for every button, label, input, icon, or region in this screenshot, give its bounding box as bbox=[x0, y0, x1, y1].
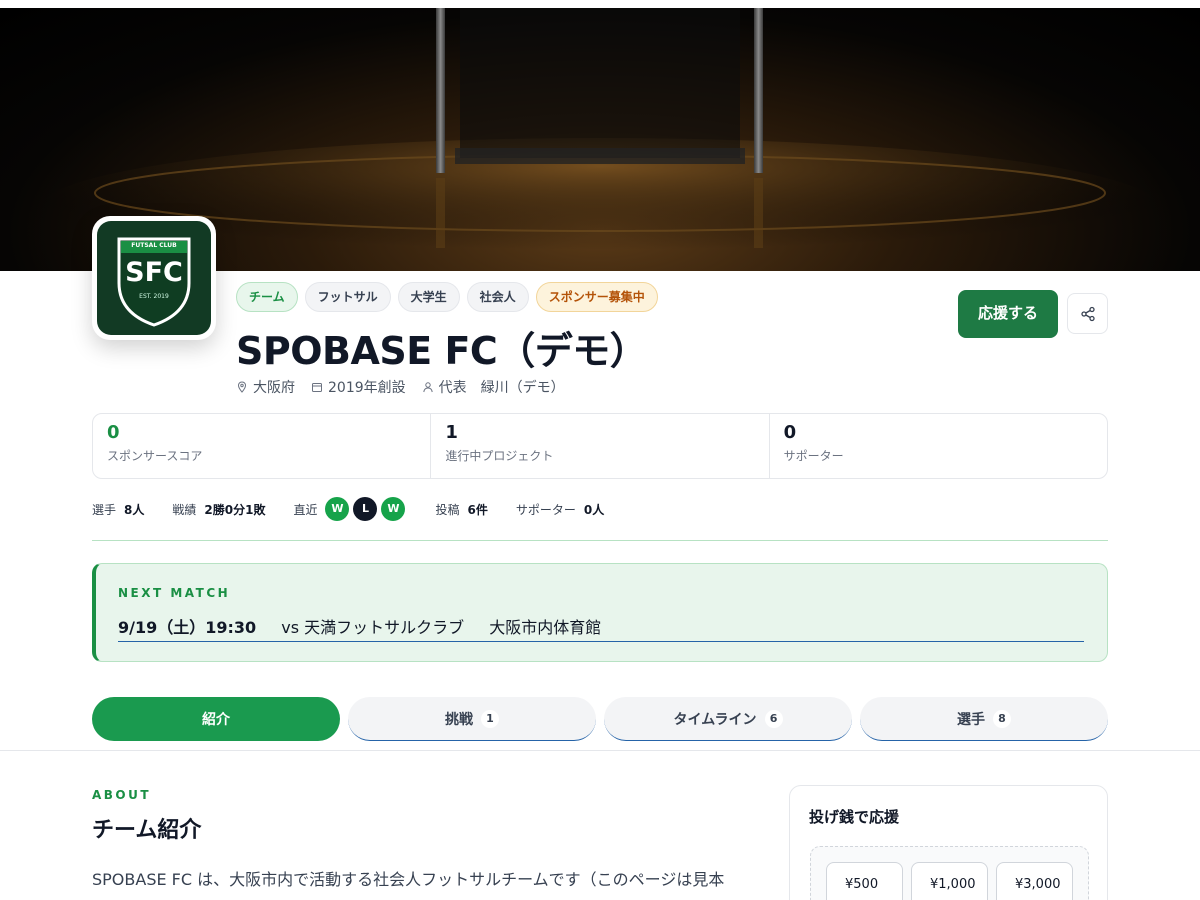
tab-intro[interactable]: 紹介 bbox=[92, 697, 340, 741]
meta-founded: 2019年創設 bbox=[311, 377, 406, 397]
stat-active-projects: 1 進行中プロジェクト bbox=[431, 414, 770, 478]
meta-representative: 代表 緑川（デモ） bbox=[422, 377, 565, 397]
tip-amount-3000[interactable]: ¥3,000 bbox=[996, 862, 1073, 900]
about-label: ABOUT bbox=[92, 788, 152, 802]
stat-supporters-label: サポーター bbox=[783, 449, 844, 463]
recent-result-loss: L bbox=[353, 497, 378, 521]
meta-location: 大阪府 bbox=[236, 377, 295, 397]
supporters-label: サポーター bbox=[515, 502, 576, 517]
tab-timeline[interactable]: タイムライン 6 bbox=[604, 697, 852, 741]
recent-result-win: W bbox=[381, 497, 406, 521]
team-logo: FUTSAL CLUB SFC EST. 2019 bbox=[92, 216, 216, 340]
recent-results: W L W bbox=[325, 497, 409, 521]
profile-tabs: 紹介 挑戦 1 タイムライン 6 選手 8 bbox=[92, 697, 1108, 741]
meta-representative-text: 代表 緑川（デモ） bbox=[438, 380, 565, 396]
team-name: SPOBASE FC（デモ） bbox=[236, 329, 648, 373]
logo-est-text: EST. 2019 bbox=[139, 293, 169, 300]
next-match-details[interactable]: 9/19（土）19:30 vs 天満フットサルクラブ 大阪市内体育館 bbox=[118, 614, 1084, 642]
tag-university[interactable]: 大学生 bbox=[397, 282, 460, 312]
top-strip bbox=[0, 0, 1200, 8]
stat-active-projects-label: 進行中プロジェクト bbox=[445, 449, 554, 463]
tab-players-label: 選手 bbox=[957, 711, 985, 728]
stat-active-projects-value: 1 bbox=[445, 422, 458, 443]
quick-stats: 選手 8人 戦績 2勝0分1敗 直近 W L W 投稿 6件 サポーター 0人 bbox=[92, 497, 632, 521]
person-icon bbox=[422, 382, 433, 393]
next-match-venue: 大阪市内体育館 bbox=[489, 618, 602, 637]
tag-sponsor-wanted[interactable]: スポンサー募集中 bbox=[535, 282, 658, 312]
support-button[interactable]: 応援する bbox=[958, 290, 1058, 338]
tip-title: 投げ銭で応援 bbox=[809, 808, 900, 826]
stat-supporters: 0 サポーター bbox=[770, 414, 1107, 478]
team-tags: チーム フットサル 大学生 社会人 スポンサー募集中 bbox=[236, 282, 658, 312]
about-text: SPOBASE FC は、大阪市内で活動する社会人フットサルチームです（このペー… bbox=[92, 870, 725, 889]
meta-location-text: 大阪府 bbox=[253, 380, 295, 396]
about-title: チーム紹介 bbox=[92, 818, 202, 843]
tab-timeline-count: 6 bbox=[764, 709, 783, 728]
tip-amounts: ¥500 ¥1,000 ¥3,000 bbox=[810, 846, 1089, 900]
tag-working-adult[interactable]: 社会人 bbox=[466, 282, 529, 312]
tip-amount-500[interactable]: ¥500 bbox=[826, 862, 903, 900]
supporters-value: 0人 bbox=[583, 502, 605, 517]
calendar-icon bbox=[312, 383, 322, 392]
tag-team[interactable]: チーム bbox=[236, 282, 298, 312]
stat-sponsor-score-label: スポンサースコア bbox=[107, 449, 203, 463]
team-logo-badge: FUTSAL CLUB SFC EST. 2019 bbox=[97, 221, 211, 335]
content-divider bbox=[0, 750, 1200, 751]
stats-summary: 0 スポンサースコア 1 進行中プロジェクト 0 サポーター bbox=[92, 413, 1108, 479]
record-value: 2勝0分1敗 bbox=[204, 502, 266, 517]
tip-amount-1000[interactable]: ¥1,000 bbox=[911, 862, 988, 900]
logo-initials: SFC bbox=[125, 257, 183, 288]
next-match-date: 9/19（土）19:30 bbox=[118, 618, 257, 637]
tab-challenges[interactable]: 挑戦 1 bbox=[348, 697, 596, 741]
tab-challenges-count: 1 bbox=[481, 709, 499, 728]
posts-value: 6件 bbox=[467, 502, 488, 517]
tab-intro-label: 紹介 bbox=[202, 712, 230, 728]
stat-supporters-value: 0 bbox=[783, 422, 797, 443]
tab-players[interactable]: 選手 8 bbox=[860, 697, 1108, 741]
recent-label: 直近 bbox=[293, 502, 318, 517]
location-pin-icon bbox=[237, 381, 247, 393]
tab-timeline-label: タイムライン bbox=[673, 711, 757, 728]
tip-card: 投げ銭で応援 ¥500 ¥1,000 ¥3,000 bbox=[789, 785, 1108, 900]
stat-sponsor-score: 0 スポンサースコア bbox=[93, 414, 432, 478]
tab-players-count: 8 bbox=[993, 709, 1011, 728]
tag-futsal[interactable]: フットサル bbox=[304, 282, 391, 312]
next-match-opponent: vs 天満フットサルクラブ bbox=[281, 618, 465, 637]
meta-founded-text: 2019年創設 bbox=[328, 380, 406, 396]
logo-top-text: FUTSAL CLUB bbox=[131, 242, 177, 249]
next-match-card[interactable]: NEXT MATCH 9/19（土）19:30 vs 天満フットサルクラブ 大阪… bbox=[92, 563, 1108, 662]
record-label: 戦績 bbox=[172, 502, 197, 517]
recent-result-win: W bbox=[325, 497, 350, 521]
players-label: 選手 bbox=[92, 502, 117, 517]
tab-challenges-label: 挑戦 bbox=[445, 711, 473, 728]
next-match-label: NEXT MATCH bbox=[118, 586, 231, 600]
section-divider bbox=[92, 540, 1108, 541]
stat-sponsor-score-value: 0 bbox=[107, 422, 120, 443]
players-value: 8人 bbox=[124, 502, 145, 517]
team-meta: 大阪府 2019年創設 代表 緑川（デモ） bbox=[236, 377, 565, 397]
posts-label: 投稿 bbox=[435, 502, 460, 517]
share-button[interactable] bbox=[1067, 293, 1108, 334]
share-icon bbox=[1080, 306, 1095, 321]
